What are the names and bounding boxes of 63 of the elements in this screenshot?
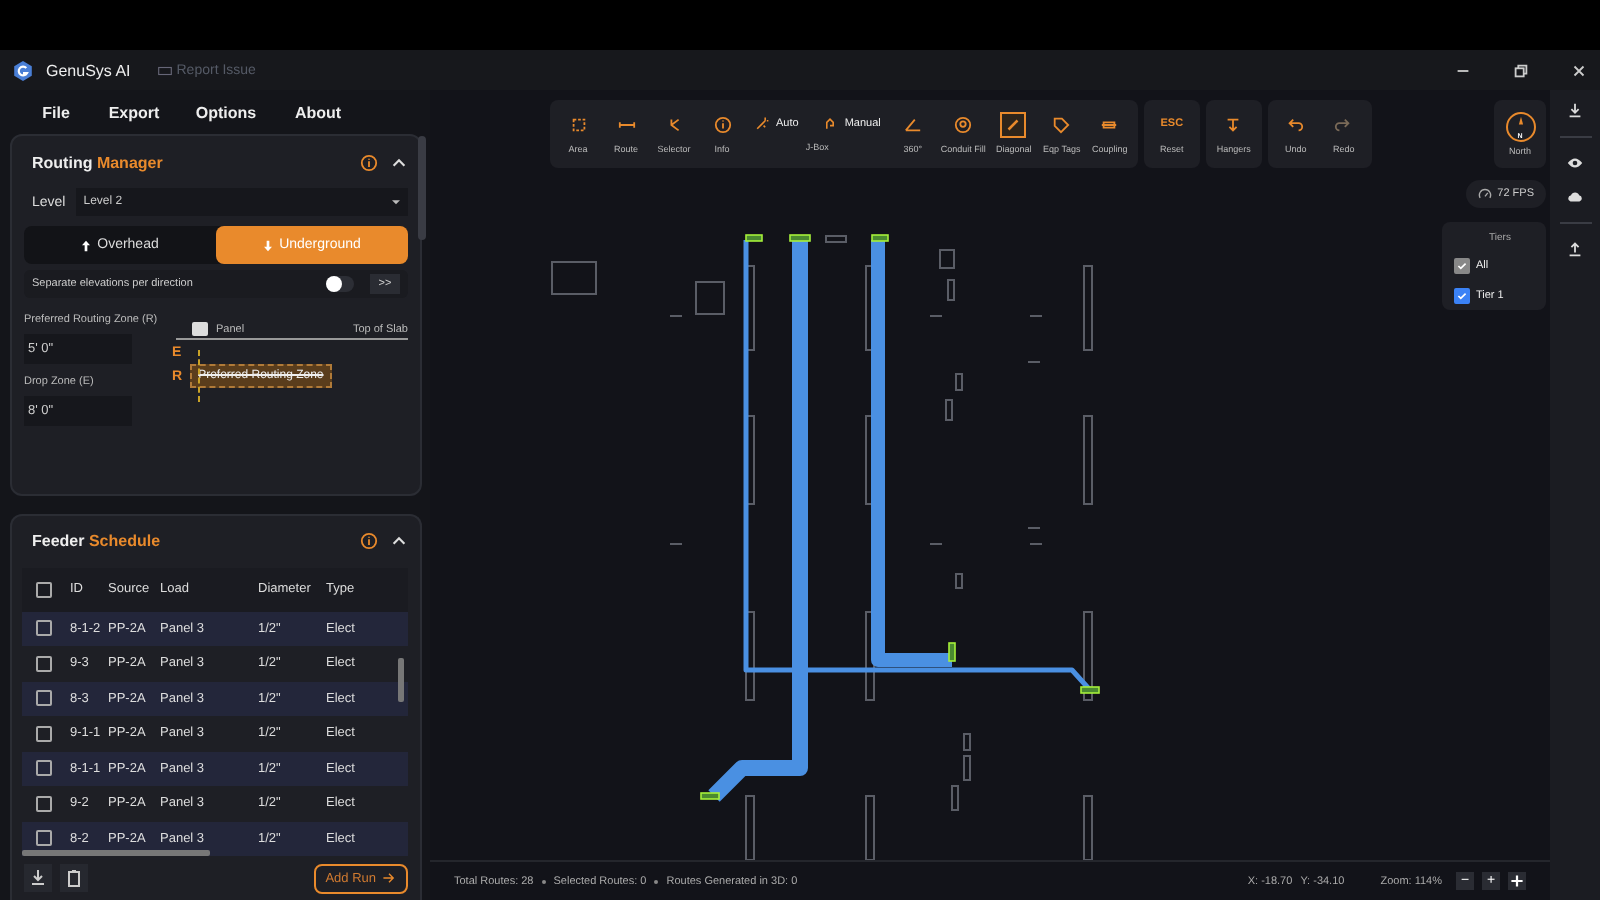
panel-title: Feeder Schedule	[32, 532, 161, 550]
arrow-down-icon	[263, 239, 272, 251]
cloud-icon[interactable]	[1566, 188, 1584, 206]
download-icon	[28, 868, 48, 888]
info-icon[interactable]	[360, 153, 378, 171]
toggle-switch[interactable]	[326, 276, 354, 292]
plus-icon	[1510, 874, 1524, 888]
caret-icon	[392, 199, 400, 205]
diagonal-line-icon	[1002, 114, 1025, 136]
close-icon[interactable]	[1570, 61, 1588, 79]
checkmark-icon	[1456, 289, 1468, 301]
row-checkbox[interactable]	[35, 725, 51, 742]
row-checkbox[interactable]	[35, 830, 51, 847]
magic-wand-icon	[754, 116, 770, 132]
endpoint-marker[interactable]	[871, 234, 889, 242]
tier-checkbox[interactable]	[1454, 257, 1470, 273]
selection-box-icon	[567, 114, 589, 136]
checkmark-icon	[1456, 259, 1468, 271]
compass-needle-icon	[1513, 116, 1527, 130]
scrollbar-thumb[interactable]	[398, 657, 404, 701]
info-icon	[711, 114, 733, 136]
endpoint-marker[interactable]	[745, 234, 763, 242]
upload-icon[interactable]	[1566, 240, 1584, 258]
panel-title: Routing Manager	[32, 153, 163, 171]
gauge-icon	[1477, 187, 1492, 201]
endpoint-marker[interactable]	[948, 642, 956, 662]
menu-item[interactable]: File	[24, 103, 88, 121]
redo-icon	[1332, 114, 1355, 136]
collapse-icon[interactable]	[390, 532, 408, 550]
row-checkbox[interactable]	[35, 795, 51, 812]
menu-item[interactable]: About	[272, 103, 364, 121]
clipboard-icon	[64, 868, 84, 888]
restore-icon[interactable]	[1512, 61, 1530, 79]
row-checkbox[interactable]	[35, 690, 51, 707]
row-checkbox[interactable]	[35, 760, 51, 777]
angle-icon	[901, 114, 924, 136]
undo-icon	[1284, 114, 1307, 136]
app-title: GenuSys AI	[46, 61, 131, 79]
info-icon[interactable]	[360, 532, 378, 550]
menu-item[interactable]: Options	[180, 103, 272, 121]
eye-icon[interactable]	[1566, 154, 1584, 172]
row-checkbox[interactable]	[35, 655, 51, 672]
logo-icon	[12, 59, 34, 81]
fit-view-button[interactable]	[1508, 872, 1526, 890]
target-icon	[952, 114, 975, 136]
row-checkbox[interactable]	[35, 620, 51, 637]
download-icon[interactable]	[1566, 102, 1584, 120]
endpoint-marker[interactable]	[789, 234, 811, 242]
download-button[interactable]	[24, 864, 52, 892]
separator-dot	[654, 879, 659, 883]
tag-icon	[1050, 114, 1073, 136]
tier-checkbox[interactable]	[1454, 287, 1470, 303]
separator-dot	[541, 879, 546, 883]
panel-icon	[192, 322, 208, 336]
scrollbar-thumb[interactable]	[22, 850, 210, 856]
select-all-checkbox[interactable]	[35, 581, 51, 597]
endpoint-marker[interactable]	[1080, 686, 1100, 694]
collapse-icon[interactable]	[390, 153, 408, 171]
clipboard-button[interactable]	[60, 864, 88, 892]
menu-item[interactable]: Export	[88, 103, 180, 121]
endpoint-marker[interactable]	[700, 792, 720, 800]
arrow-up-icon	[81, 239, 90, 251]
arrow-right-icon	[382, 872, 396, 884]
